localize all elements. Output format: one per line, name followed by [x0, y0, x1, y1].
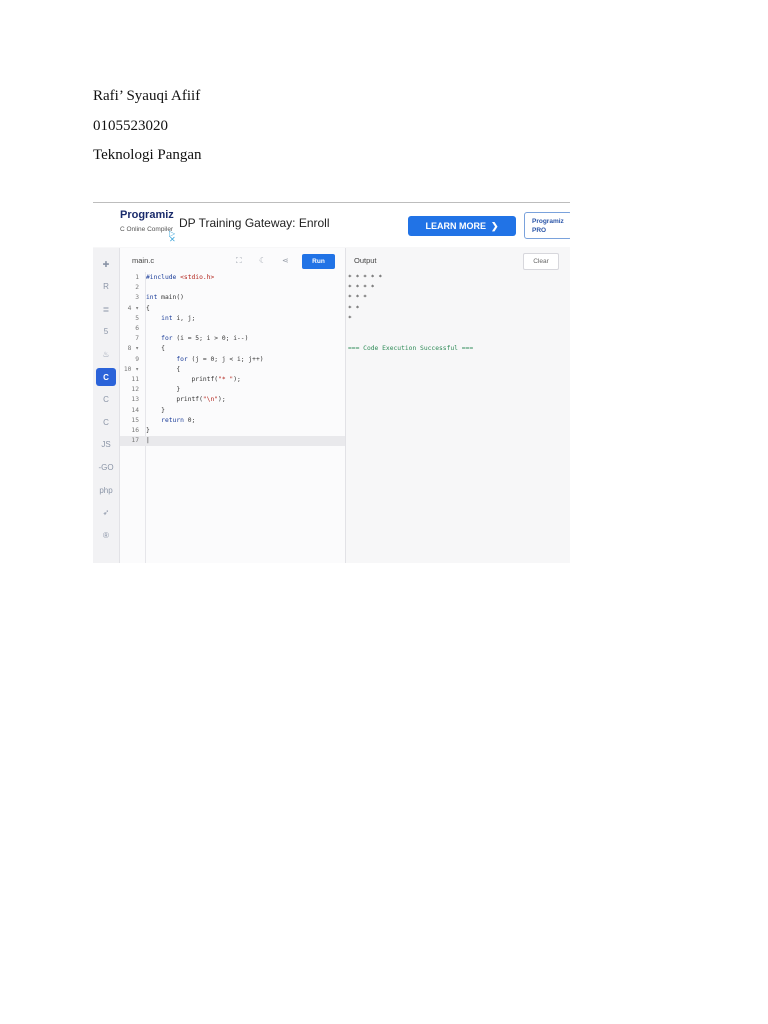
- code-line[interactable]: 8 ▾ {: [120, 344, 345, 354]
- go-icon[interactable]: -GO: [96, 458, 116, 476]
- programiz-logo: Programiz: [120, 209, 174, 221]
- sql-icon[interactable]: ≣: [96, 300, 116, 318]
- chevron-right-icon: ❯: [490, 220, 499, 231]
- output-line: * * * *: [348, 284, 375, 292]
- java-icon[interactable]: ♨: [96, 345, 116, 363]
- code-line[interactable]: 15 return 0;: [120, 416, 345, 426]
- compiler-screenshot: Programiz C Online Compiler ▷ ✕ DP Train…: [93, 202, 570, 563]
- code-line[interactable]: 7 for (i = 5; i > 0; i--): [120, 334, 345, 344]
- doc-line-department: Teknologi Pangan: [93, 147, 202, 163]
- r-icon[interactable]: R: [96, 278, 116, 296]
- code-line[interactable]: 11 printf("* ");: [120, 375, 345, 385]
- csharp-icon[interactable]: C: [96, 413, 116, 431]
- output-line: * * * * *: [348, 274, 383, 281]
- code-line[interactable]: 12 }: [120, 385, 345, 395]
- learn-more-label: LEARN MORE: [425, 221, 486, 231]
- rust-icon[interactable]: ®: [96, 526, 116, 544]
- ad-banner[interactable]: Programiz C Online Compiler ▷ ✕ DP Train…: [93, 203, 570, 247]
- output-panel: Output Clear * * * * * * * * * * * * * * * ==…: [346, 248, 570, 563]
- code-line[interactable]: 17 |: [120, 436, 345, 447]
- code-line[interactable]: 3 int main(): [120, 293, 345, 303]
- code-line[interactable]: 13 printf("\n");: [120, 395, 345, 405]
- execution-status: === Code Execution Successful ===: [348, 345, 474, 353]
- ad-title: DP Training Gateway: Enroll: [179, 216, 330, 230]
- doc-line-name: Rafi’ Syauqi Afiif: [93, 88, 201, 104]
- code-editor[interactable]: main.c ⛶ ☾ ⋖ Run 1 #include <stdio.h> 2 3 in…: [120, 248, 346, 563]
- code-line[interactable]: 5 int i, j;: [120, 314, 345, 324]
- dark-mode-icon[interactable]: ☾: [259, 256, 266, 265]
- learn-more-button[interactable]: LEARN MORE ❯: [408, 216, 516, 236]
- code-line[interactable]: 4 ▾{: [120, 304, 345, 314]
- programiz-pro-button[interactable]: Programiz PRO: [524, 212, 570, 239]
- run-button[interactable]: Run: [302, 254, 335, 269]
- swift-icon[interactable]: ➶: [96, 504, 116, 522]
- clear-button[interactable]: Clear: [523, 253, 559, 270]
- output-line: * * *: [348, 294, 367, 302]
- code-line[interactable]: 1 #include <stdio.h>: [120, 273, 345, 283]
- ad-close-icon[interactable]: ▷ ✕: [169, 230, 177, 244]
- file-tab[interactable]: main.c: [132, 256, 154, 265]
- javascript-icon[interactable]: JS: [96, 436, 116, 454]
- output-line: * *: [348, 304, 360, 312]
- code-line[interactable]: 2: [120, 283, 345, 293]
- doc-line-id: 0105523020: [93, 118, 168, 134]
- cpp-icon[interactable]: C: [96, 391, 116, 409]
- code-line[interactable]: 6: [120, 324, 345, 334]
- code-line[interactable]: 14 }: [120, 406, 345, 416]
- language-sidebar: ✚ R ≣ 5 ♨ C C C JS -GO php ➶ ®: [93, 248, 120, 563]
- python-icon[interactable]: ✚: [96, 255, 116, 273]
- c-icon[interactable]: C: [96, 368, 116, 386]
- share-icon[interactable]: ⋖: [282, 256, 289, 265]
- output-title: Output: [354, 256, 377, 265]
- php-icon[interactable]: php: [96, 481, 116, 499]
- html-icon[interactable]: 5: [96, 323, 116, 341]
- code-line[interactable]: 16}: [120, 426, 345, 436]
- fullscreen-icon[interactable]: ⛶: [236, 256, 242, 266]
- code-line[interactable]: 9 for (j = 0; j < i; j++): [120, 355, 345, 365]
- code-line[interactable]: 10 ▾ {: [120, 365, 345, 375]
- output-line: *: [348, 314, 352, 322]
